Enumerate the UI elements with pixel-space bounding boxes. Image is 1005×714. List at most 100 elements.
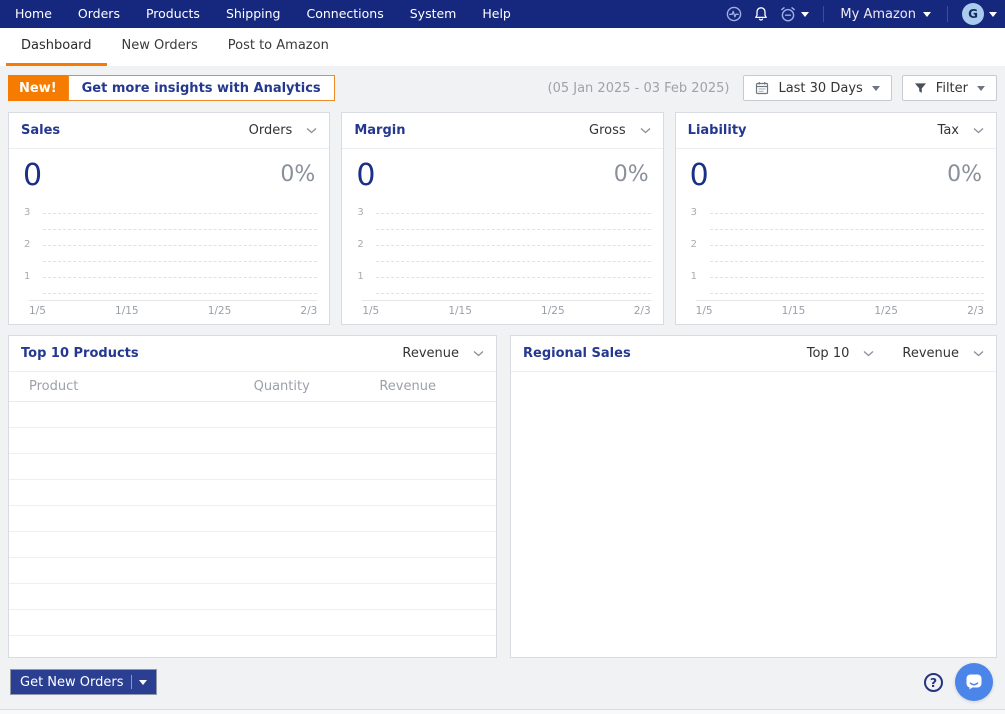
metric-value: 0 — [23, 158, 43, 193]
top-products-header: Top 10 Products Revenue — [9, 336, 496, 372]
column-header-quantity: Quantity — [253, 379, 310, 394]
chat-widget-button[interactable] — [955, 663, 993, 701]
table-row — [9, 454, 496, 480]
footer-action-bar: Get New Orders ? — [10, 658, 995, 706]
chart-x-axis: 1/5 1/15 1/25 2/3 — [29, 305, 317, 317]
margin-card: Margin Gross 0 0% 3 2 1 1/5 1/15 1/25 2/… — [341, 112, 664, 325]
notifications-bell-icon[interactable] — [753, 6, 769, 22]
x-tick: 2/3 — [967, 305, 984, 317]
nav-item-orders[interactable]: Orders — [65, 0, 133, 28]
regional-dropdowns: Top 10 Revenue — [807, 346, 984, 361]
x-tick: 2/3 — [300, 305, 318, 317]
tab-dashboard[interactable]: Dashboard — [6, 28, 107, 66]
regional-scope-dropdown[interactable]: Top 10 — [807, 346, 875, 361]
table-row — [9, 428, 496, 454]
toolbar-right-group: (05 Jan 2025 - 03 Feb 2025) Last 30 Days — [548, 75, 997, 101]
regional-sales-card: Regional Sales Top 10 Revenue — [510, 335, 997, 658]
chevron-down-icon — [138, 679, 147, 685]
x-tick: 1/25 — [207, 305, 232, 317]
dropdown-label: Gross — [589, 123, 626, 138]
card-title: Sales — [21, 123, 61, 138]
products-metric-dropdown[interactable]: Revenue — [402, 346, 484, 361]
top-products-card: Top 10 Products Revenue Product Quantity… — [8, 335, 497, 658]
nav-item-help[interactable]: Help — [469, 0, 524, 28]
margin-chart: 3 2 1 1/5 1/15 1/25 2/3 — [342, 195, 662, 317]
x-tick: 1/15 — [448, 305, 472, 317]
liability-chart: 3 2 1 1/5 1/15 1/25 2/3 — [676, 195, 996, 317]
y-tick: 3 — [690, 207, 698, 218]
x-tick: 2/3 — [633, 305, 651, 317]
footer-right-group: ? — [924, 663, 995, 701]
nav-item-shipping[interactable]: Shipping — [213, 0, 294, 28]
regional-metric-dropdown[interactable]: Revenue — [902, 346, 984, 361]
app-window: Home Orders Products Shipping Connection… — [0, 0, 1005, 714]
chevron-down-icon — [871, 85, 880, 91]
sales-values: 0 0% — [9, 149, 329, 195]
dashboard-toolbar: New! Get more insights with Analytics (0… — [8, 74, 997, 102]
dropdown-label: Orders — [248, 123, 293, 138]
liability-metric-dropdown[interactable]: Tax — [938, 123, 984, 138]
card-title: Liability — [687, 123, 747, 138]
chart-x-axis: 1/5 1/15 1/25 2/3 — [696, 305, 984, 317]
tab-bar: Dashboard New Orders Post to Amazon — [0, 28, 1005, 66]
x-tick: 1/15 — [115, 305, 139, 317]
window-bottom-edge — [0, 709, 1005, 714]
x-tick: 1/5 — [695, 305, 713, 317]
chevron-down-icon — [989, 11, 997, 17]
table-row — [9, 532, 496, 558]
avatar: G — [962, 3, 984, 25]
card-title: Regional Sales — [523, 346, 631, 361]
filter-funnel-icon — [914, 82, 926, 93]
calendar-icon — [756, 82, 769, 95]
analytics-promo-button[interactable]: New! Get more insights with Analytics — [8, 75, 335, 101]
chevron-down-icon — [863, 350, 874, 357]
account-menu[interactable]: My Amazon — [838, 7, 933, 22]
liability-card-header: Liability Tax — [675, 113, 996, 149]
y-tick: 3 — [24, 207, 31, 218]
margin-values: 0 0% — [342, 149, 662, 195]
nav-item-products[interactable]: Products — [133, 0, 213, 28]
margin-metric-dropdown[interactable]: Gross — [589, 123, 651, 138]
chevron-down-icon — [973, 350, 984, 357]
regional-sales-header: Regional Sales Top 10 Revenue — [511, 336, 996, 372]
help-icon[interactable]: ? — [924, 672, 943, 692]
metric-percent: 0% — [947, 162, 982, 187]
sales-card: Sales Orders 0 0% 3 2 1 1/5 1/15 1/25 2/… — [8, 112, 331, 325]
metric-value: 0 — [689, 158, 709, 193]
table-row — [9, 480, 496, 506]
chart-x-axis: 1/5 1/15 1/25 2/3 — [362, 305, 650, 317]
chat-bubble-icon — [966, 674, 982, 690]
chevron-down-icon — [801, 11, 810, 17]
table-row — [9, 584, 496, 610]
filter-dropdown[interactable]: Filter — [901, 75, 997, 101]
metric-cards-row: Sales Orders 0 0% 3 2 1 1/5 1/15 1/25 2/… — [8, 112, 997, 325]
products-table-header: Product Quantity Revenue — [9, 372, 496, 402]
nav-item-home[interactable]: Home — [2, 0, 65, 28]
card-title: Top 10 Products — [21, 346, 139, 361]
snooze-alarm-icon[interactable] — [779, 5, 810, 23]
bottom-cards-row: Top 10 Products Revenue Product Quantity… — [8, 335, 997, 658]
table-row — [9, 506, 496, 532]
table-row — [9, 610, 496, 636]
activity-icon[interactable] — [725, 5, 743, 23]
nav-item-system[interactable]: System — [397, 0, 470, 28]
tab-post-to-amazon[interactable]: Post to Amazon — [213, 28, 344, 66]
tab-new-orders[interactable]: New Orders — [107, 28, 213, 66]
y-tick: 3 — [357, 207, 364, 218]
chart-plot-area: 3 2 1 — [691, 203, 984, 301]
get-new-orders-button[interactable]: Get New Orders — [10, 669, 157, 695]
margin-card-header: Margin Gross — [342, 113, 663, 149]
navbar-right-group: My Amazon G — [725, 3, 997, 25]
liability-card: Liability Tax 0 0% 3 2 1 1/5 1/15 1/25 2… — [674, 112, 997, 325]
sales-metric-dropdown[interactable]: Orders — [249, 123, 318, 138]
date-period-dropdown[interactable]: Last 30 Days — [743, 75, 892, 101]
dropdown-label: Tax — [937, 123, 959, 138]
user-menu[interactable]: G — [962, 3, 997, 25]
divider — [823, 6, 825, 22]
table-row — [9, 402, 496, 428]
products-table-body — [9, 402, 496, 636]
y-tick: 1 — [357, 271, 364, 282]
nav-item-connections[interactable]: Connections — [293, 0, 396, 28]
analytics-cta-button[interactable]: Get more insights with Analytics — [67, 75, 335, 101]
chevron-down-icon — [973, 127, 984, 134]
